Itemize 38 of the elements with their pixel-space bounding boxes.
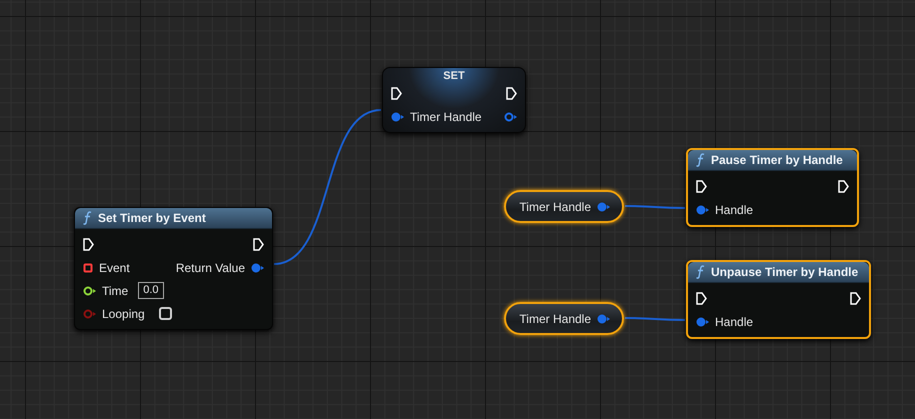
time-input-field[interactable]: 0.0 [138, 282, 164, 299]
node-label: Timer Handle [519, 310, 591, 328]
node-title: Unpause Timer by Handle [711, 264, 858, 281]
function-icon [696, 153, 705, 167]
variable-node[interactable]: Timer Handle [504, 302, 624, 335]
node-title: Set Timer by Event [98, 210, 206, 227]
exec-pin-icon[interactable] [83, 238, 94, 251]
pin-label: Timer Handle [410, 108, 482, 126]
pin-label: Return Value [176, 260, 245, 276]
variable-node[interactable]: Timer Handle [504, 190, 624, 223]
pin-label: Time [102, 282, 128, 300]
node-label: Timer Handle [519, 198, 591, 216]
exec-pin-icon[interactable] [506, 87, 517, 100]
pin-label: Event [99, 260, 130, 276]
function-node[interactable]: Set Timer by Event Event Return Value Time 0.0 Looping [74, 207, 273, 330]
node-title: Pause Timer by Handle [711, 152, 843, 169]
exec-pin-icon[interactable] [253, 238, 264, 251]
exec-pin-icon[interactable] [696, 292, 707, 305]
delegate-pin-icon[interactable] [83, 262, 93, 272]
pin-label: Looping [102, 306, 145, 322]
wire[interactable] [274, 109, 382, 265]
node-title: SET [443, 71, 465, 82]
function-icon [696, 265, 705, 279]
function-node[interactable]: Unpause Timer by Handle Handle [686, 260, 871, 339]
exec-pin-icon[interactable] [391, 87, 402, 100]
function-icon [83, 211, 92, 225]
pin-label: Handle [715, 202, 754, 218]
data-pin-icon[interactable] [83, 286, 96, 296]
function-node[interactable]: Pause Timer by Handle Handle [686, 148, 859, 227]
exec-pin-icon[interactable] [696, 180, 707, 193]
set-node[interactable]: SET Timer Handle [382, 67, 526, 133]
wire[interactable] [625, 317, 685, 321]
exec-pin-icon[interactable] [850, 292, 861, 305]
exec-pin-icon[interactable] [838, 180, 849, 193]
looping-checkbox[interactable] [158, 307, 172, 320]
wire[interactable] [625, 205, 685, 209]
pin-label: Handle [715, 314, 754, 330]
graph-canvas[interactable]: Set Timer by Event Event Return Value Time 0.0 Looping SET Timer Handle Timer Handle Pause Timer by Handle Handle Timer Handle Unpause Timer by Handle Handle [0, 0, 915, 419]
